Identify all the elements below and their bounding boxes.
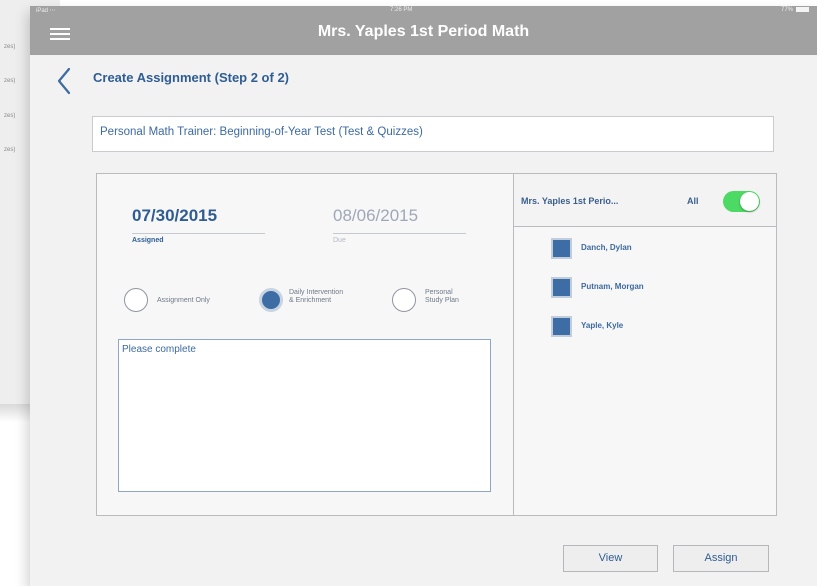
assigned-date-value[interactable]: 07/30/2015 — [132, 206, 217, 226]
background-list-item: zes) — [4, 44, 16, 50]
personal-study-plan-label-line2: Study Plan — [425, 297, 459, 304]
due-date-caption: Due — [333, 237, 346, 244]
create-assignment-screen: iPad ⋯ 7:26 PM 77% Mrs. Yaples 1st Perio… — [30, 6, 817, 586]
view-button[interactable]: View — [563, 545, 658, 572]
class-name-label: Mrs. Yaples 1st Perio... — [521, 196, 619, 206]
personal-study-plan-label: Personal Study Plan — [425, 289, 459, 305]
status-carrier: iPad ⋯ — [36, 8, 56, 14]
toggle-knob — [740, 192, 759, 211]
status-battery: 77% — [781, 7, 809, 13]
daily-intervention-label: Daily Intervention & Enrichment — [289, 289, 343, 305]
status-time: 7:26 PM — [390, 7, 413, 13]
background-list-item: zes) — [4, 113, 16, 119]
assignment-name-field[interactable]: Personal Math Trainer: Beginning-of-Year… — [92, 116, 774, 152]
assigned-date-underline — [132, 233, 265, 234]
background-list-item: zes) — [4, 147, 16, 153]
daily-intervention-label-line2: & Enrichment — [289, 297, 332, 304]
student-checkbox[interactable] — [551, 277, 572, 298]
background-shadow — [0, 404, 30, 422]
personal-study-plan-radio[interactable] — [392, 288, 416, 312]
assignment-only-label: Assignment Only — [157, 297, 210, 304]
student-name: Putnam, Morgan — [581, 282, 644, 291]
assign-button[interactable]: Assign — [673, 545, 769, 572]
assigned-date-caption: Assigned — [132, 237, 164, 244]
student-name: Yaple, Kyle — [581, 321, 624, 330]
assignment-only-radio[interactable] — [124, 288, 148, 312]
chevron-left-icon[interactable] — [52, 61, 82, 101]
student-name: Danch, Dylan — [581, 243, 632, 252]
battery-percent: 77% — [780, 7, 793, 14]
page-title: Create Assignment (Step 2 of 2) — [93, 70, 290, 85]
personal-study-plan-label-line1: Personal — [425, 289, 453, 296]
student-checkbox[interactable] — [551, 316, 572, 337]
student-checkbox[interactable] — [551, 238, 572, 259]
page-header-title: Mrs. Yaples 1st Period Math — [317, 23, 530, 40]
daily-intervention-label-line1: Daily Intervention — [289, 289, 344, 296]
daily-intervention-radio[interactable] — [259, 288, 283, 312]
select-all-label: All — [687, 196, 699, 206]
navigation-bar: iPad ⋯ 7:26 PM 77% Mrs. Yaples 1st Perio… — [30, 6, 817, 55]
notes-textarea[interactable]: Please complete — [118, 339, 491, 492]
battery-icon — [796, 7, 809, 12]
due-date-value[interactable]: 08/06/2015 — [333, 206, 418, 226]
background-list-item: zes) — [4, 78, 16, 84]
select-all-toggle[interactable] — [723, 191, 760, 212]
due-date-underline — [333, 233, 466, 234]
assignment-details-card: 07/30/2015 Assigned 08/06/2015 Due Assig… — [96, 173, 777, 516]
